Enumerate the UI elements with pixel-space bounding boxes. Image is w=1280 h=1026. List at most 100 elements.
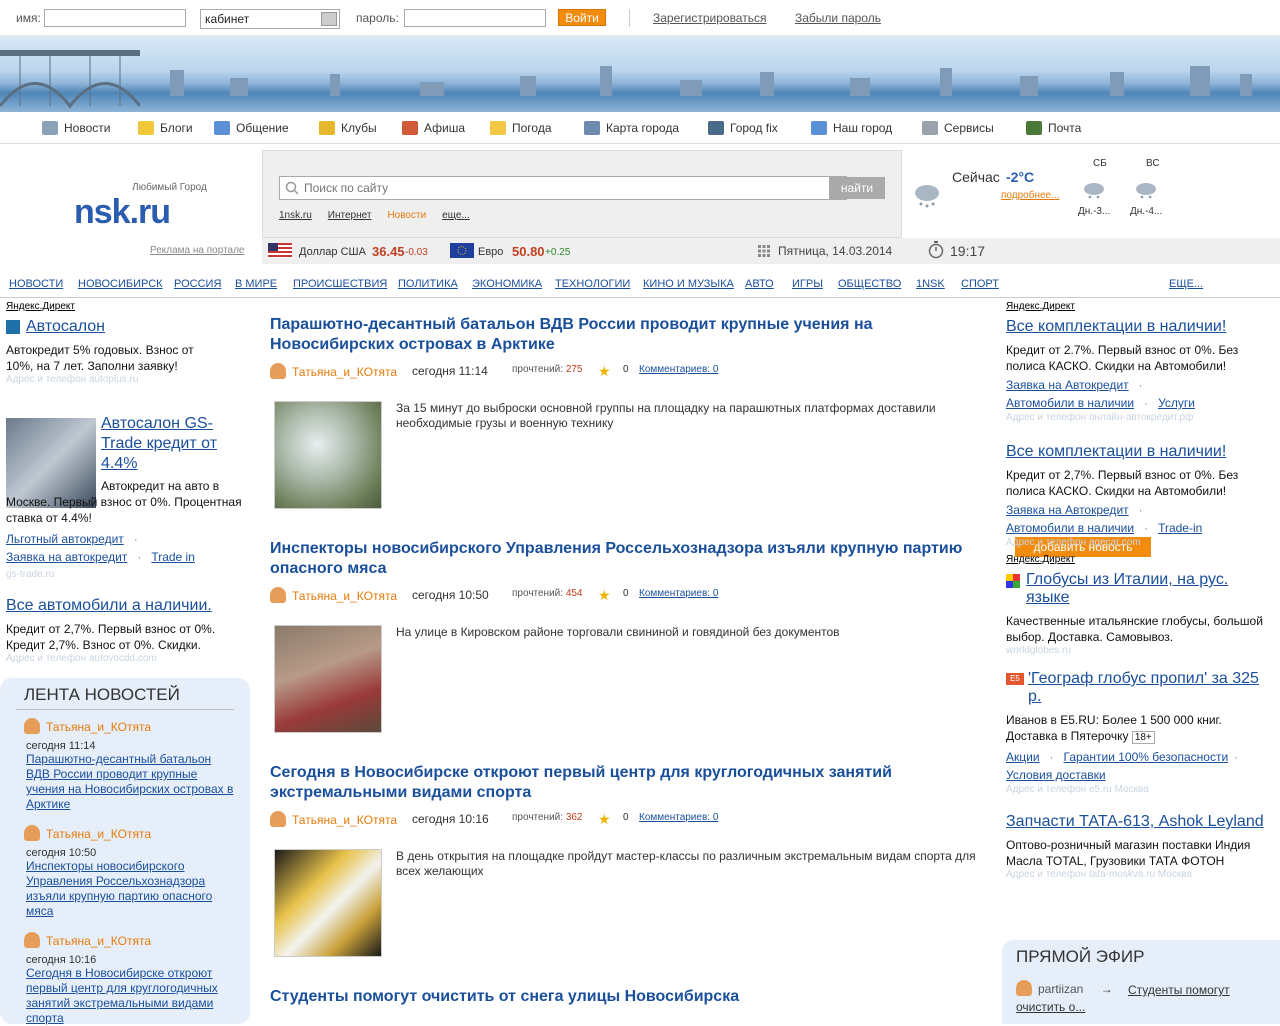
map-icon [584, 121, 600, 135]
feed-author[interactable]: Татьяна_и_КОтята [46, 720, 151, 734]
nav-item-our-city[interactable]: Наш город [811, 121, 892, 135]
name-input[interactable] [44, 9, 186, 27]
forgot-password-link[interactable]: Забыли пароль [795, 11, 881, 25]
article-title[interactable]: Инспекторы новосибирского Управления Рос… [270, 539, 990, 579]
ad-link[interactable]: Гарантии 100% безопасности [1064, 750, 1229, 764]
article-image[interactable] [274, 849, 382, 957]
site-logo[interactable]: Любимый Город nsk.ru [60, 182, 207, 232]
ad-link[interactable]: Условия доставки [1006, 768, 1106, 782]
ad-link[interactable]: Trade-in [1158, 521, 1202, 535]
password-input[interactable] [404, 9, 546, 27]
ad-link[interactable]: Акции [1006, 750, 1040, 764]
yandex-direct-label[interactable]: Яндекс.Директ [1006, 554, 1276, 565]
ad-url[interactable]: Адрес и телефон agecar.com [1006, 537, 1276, 548]
ad-link[interactable]: Льготный автокредит [6, 532, 124, 546]
topic-link[interactable]: 1NSK [916, 278, 945, 290]
feed-author[interactable]: Татьяна_и_КОтята [46, 827, 151, 841]
feed-author[interactable]: Татьяна_и_КОтята [46, 934, 151, 948]
topic-link[interactable]: НОВОСТИ [9, 278, 63, 290]
nav-item-map[interactable]: Карта города [584, 121, 679, 135]
nav-label: Сервисы [944, 121, 994, 135]
topics-more-link[interactable]: ЕЩЕ... [1169, 278, 1203, 290]
ad-title[interactable]: Глобусы из Италии, на рус. языке [1026, 571, 1266, 607]
search-button[interactable]: найти [829, 177, 885, 199]
star-icon[interactable]: ★ [598, 587, 611, 604]
comments-link[interactable]: Комментариев: 0 [639, 588, 718, 599]
topic-link[interactable]: ПОЛИТИКА [398, 278, 458, 290]
star-icon[interactable]: ★ [598, 363, 611, 380]
ad-link[interactable]: Заявка на Автокредит [1006, 378, 1129, 392]
topic-link[interactable]: РОССИЯ [174, 278, 221, 290]
star-icon[interactable]: ★ [598, 811, 611, 828]
ad-url[interactable]: Адрес и телефон онлайн-автокредит.рф [1006, 412, 1276, 423]
scope-internet[interactable]: Интернет [328, 210, 372, 221]
nav-item-clubs[interactable]: Клубы [319, 121, 377, 135]
ad-link[interactable]: Trade in [151, 550, 195, 564]
ad-title[interactable]: Все комплектации в наличии! [1006, 443, 1276, 461]
topic-link[interactable]: ТЕХНОЛОГИИ [555, 278, 630, 290]
ad-link[interactable]: Услуги [1158, 396, 1195, 410]
nav-label: Город fix [730, 121, 778, 135]
ad-url[interactable]: gs-trade.ru [6, 569, 54, 580]
feed-title-link[interactable]: Парашютно-десантный батальон ВДВ России … [26, 752, 234, 812]
article-author[interactable]: Татьяна_и_КОтята [292, 365, 397, 379]
article-title[interactable]: Сегодня в Новосибирске откроют первый це… [270, 763, 990, 803]
weather-more-link[interactable]: подробнее... [1001, 190, 1059, 201]
ad-link[interactable]: Заявка на автокредит [6, 550, 127, 564]
topic-link[interactable]: ЭКОНОМИКА [472, 278, 542, 290]
topic-link[interactable]: СПОРТ [961, 278, 999, 290]
yandex-direct-label[interactable]: Яндекс.Директ [6, 301, 246, 312]
nav-item-cityfix[interactable]: Город fix [708, 121, 778, 135]
yandex-direct-label[interactable]: Яндекс.Директ [1006, 301, 1276, 312]
article-title[interactable]: Парашютно-десантный батальон ВДВ России … [270, 315, 990, 355]
topic-link[interactable]: НОВОСИБИРСК [78, 278, 163, 290]
article-image[interactable] [274, 401, 382, 509]
feed-title-link[interactable]: Сегодня в Новосибирске откроют первый це… [26, 966, 234, 1026]
chevron-down-icon[interactable] [321, 12, 337, 26]
topic-link[interactable]: ПРОИСШЕСТВИЯ [293, 278, 387, 290]
topic-link[interactable]: ИГРЫ [792, 278, 823, 290]
rating-count: 0 [623, 364, 629, 375]
article-author[interactable]: Татьяна_и_КОтята [292, 813, 397, 827]
ad-url[interactable]: Адрес и телефон e5.ru Москва [1006, 784, 1276, 795]
feed-title-link[interactable]: Инспекторы новосибирского Управления Рос… [26, 859, 234, 919]
nav-item-blogs[interactable]: Блоги [138, 121, 193, 135]
register-link[interactable]: Зарегистрироваться [653, 11, 766, 25]
ad-title[interactable]: Все автомобили а наличии. [6, 597, 246, 615]
ad-url[interactable]: Адрес и телефон autoplus.ru [6, 374, 246, 385]
article-author[interactable]: Татьяна_и_КОтята [292, 589, 397, 603]
nav-item-news[interactable]: Новости [42, 121, 110, 135]
scope-1nsk[interactable]: 1nsk.ru [279, 210, 312, 221]
ad-title[interactable]: Автосалон [26, 318, 105, 336]
scope-news[interactable]: Новости [387, 210, 426, 221]
ad-title[interactable]: 'Географ глобус пропил' за 325 р. [1028, 670, 1268, 706]
cabinet-select[interactable]: кабинет [200, 9, 340, 29]
live-link[interactable]: Студенты помогут очистить о... [1016, 982, 1256, 1016]
ad-title[interactable]: Автосалон GS-Trade кредит от 4.4% [101, 414, 241, 474]
ad-link[interactable]: Автомобили в наличии [1006, 521, 1134, 535]
article-title[interactable]: Студенты помогут очистить от снега улицы… [270, 987, 990, 1007]
comments-link[interactable]: Комментариев: 0 [639, 364, 718, 375]
ad-url[interactable]: worldglobes.ru [1006, 645, 1276, 656]
topic-link[interactable]: КИНО И МУЗЫКА [643, 278, 734, 290]
comments-link[interactable]: Комментариев: 0 [639, 812, 718, 823]
nav-item-services[interactable]: Сервисы [922, 121, 994, 135]
nav-item-afisha[interactable]: Афиша [402, 121, 465, 135]
nav-item-weather[interactable]: Погода [490, 121, 552, 135]
ad-url[interactable]: Адрес и телефон autovocdd.com [6, 653, 246, 664]
article-image[interactable] [274, 625, 382, 733]
ad-link[interactable]: Автомобили в наличии [1006, 396, 1134, 410]
topic-link[interactable]: В МИРЕ [235, 278, 277, 290]
nav-item-social[interactable]: Общение [214, 121, 289, 135]
ad-title[interactable]: Все комплектации в наличии! [1006, 318, 1276, 336]
scope-more[interactable]: еще... [442, 210, 470, 221]
topic-link[interactable]: АВТО [745, 278, 774, 290]
login-button[interactable]: Войти [558, 9, 606, 26]
portal-ads-link[interactable]: Реклама на портале [150, 245, 245, 256]
ad-url[interactable]: Адрес и телефон tata-moskva.ru Москва [1006, 869, 1276, 880]
ad-link[interactable]: Заявка на Автокредит [1006, 503, 1129, 517]
ad-title[interactable]: Запчасти ТАТА-613, Ashok Leyland [1006, 813, 1276, 831]
topic-link[interactable]: ОБЩЕСТВО [838, 278, 901, 290]
nav-item-mail[interactable]: Почта [1026, 121, 1081, 135]
search-input[interactable] [279, 176, 847, 200]
